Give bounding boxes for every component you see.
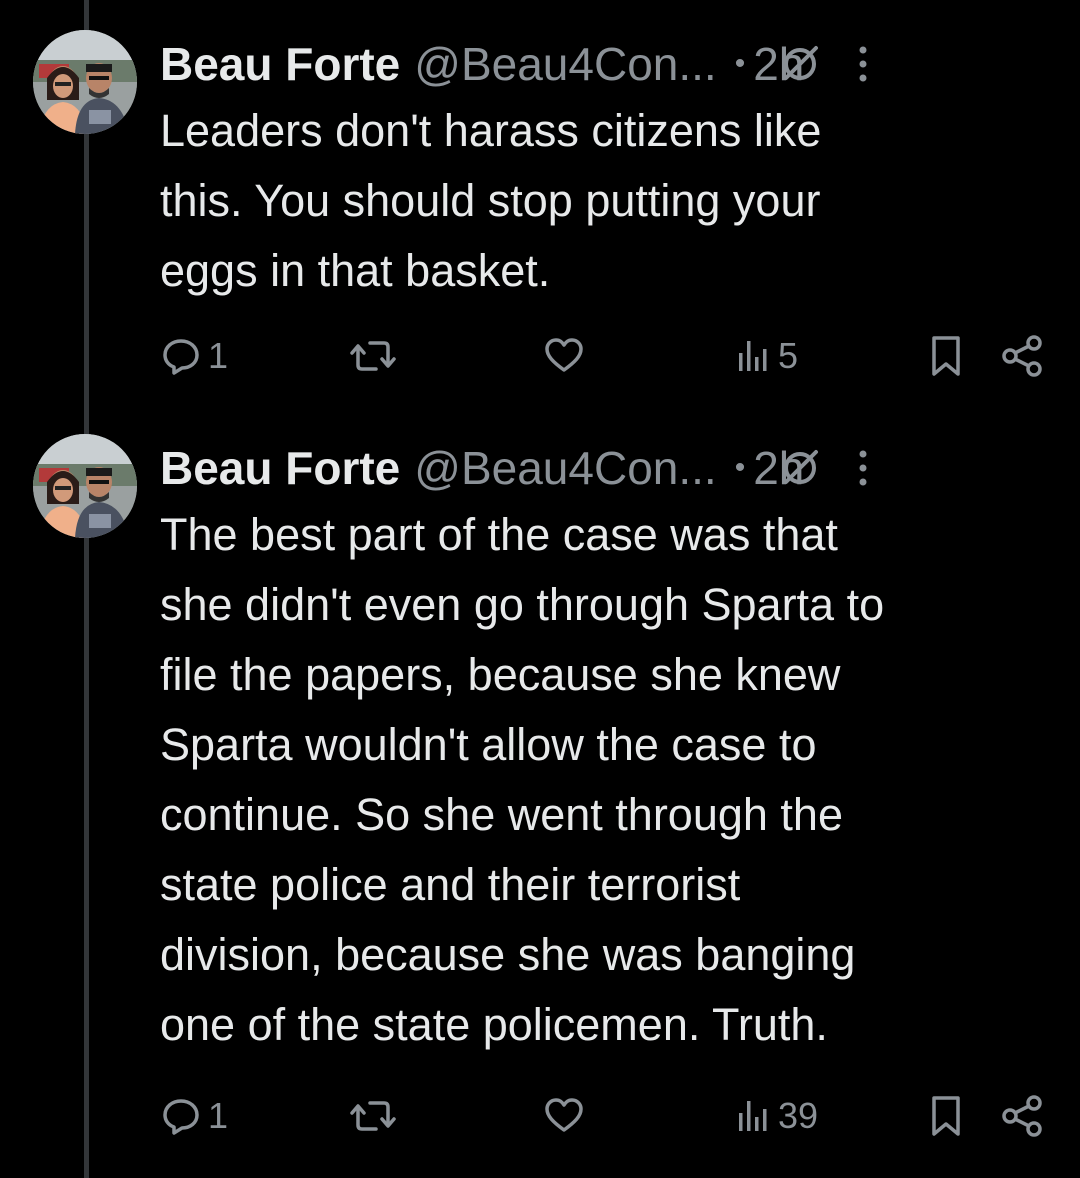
more-icon[interactable] <box>856 42 870 86</box>
bookmark-icon <box>932 1096 960 1136</box>
tweet-header: Beau Forte @Beau4Con... • 2h <box>160 438 1050 498</box>
share-icon <box>1002 1095 1042 1137</box>
repost-button[interactable] <box>350 326 402 386</box>
display-name[interactable]: Beau Forte <box>160 438 400 498</box>
share-icon <box>1002 335 1042 377</box>
user-handle[interactable]: @Beau4Con... <box>414 438 716 498</box>
like-button[interactable] <box>543 1086 591 1146</box>
repost-button[interactable] <box>350 1086 402 1146</box>
reply-button[interactable]: 1 <box>160 1086 228 1146</box>
reply-count: 1 <box>208 1095 229 1136</box>
views-icon <box>739 1101 767 1131</box>
grok-icon[interactable] <box>780 448 820 488</box>
bookmark-button[interactable] <box>928 326 964 386</box>
like-button[interactable] <box>543 326 591 386</box>
tweet-actions: 1 39 <box>160 1086 1060 1146</box>
reply-icon <box>163 339 199 375</box>
heart-icon <box>545 1098 583 1132</box>
avatar[interactable] <box>33 434 137 538</box>
user-handle[interactable]: @Beau4Con... <box>414 34 716 94</box>
avatar[interactable] <box>33 30 137 134</box>
grok-icon[interactable] <box>780 44 820 84</box>
tweet-header: Beau Forte @Beau4Con... • 2h <box>160 34 1050 94</box>
share-button[interactable] <box>1000 1086 1044 1146</box>
repost-icon <box>350 341 396 371</box>
display-name[interactable]: Beau Forte <box>160 34 400 94</box>
tweet[interactable]: Beau Forte @Beau4Con... • 2h The best pa… <box>0 434 1080 1154</box>
tweet-actions: 1 5 <box>160 326 1060 386</box>
tweet-text: Leaders don't harass citizens like this.… <box>160 105 822 296</box>
tweet[interactable]: Beau Forte @Beau4Con... • 2h Leaders don… <box>0 30 1080 400</box>
reply-count: 1 <box>208 335 229 376</box>
bookmark-button[interactable] <box>928 1086 964 1146</box>
tweet-text: The best part of the case was that she d… <box>160 509 885 1050</box>
reply-icon <box>163 1099 199 1135</box>
bookmark-icon <box>932 336 960 376</box>
separator-dot: • <box>734 47 746 80</box>
view-count: 5 <box>778 335 799 376</box>
more-icon[interactable] <box>856 446 870 490</box>
views-button[interactable]: 5 <box>736 326 798 386</box>
share-button[interactable] <box>1000 326 1044 386</box>
views-icon <box>739 341 767 371</box>
views-button[interactable]: 39 <box>736 1086 818 1146</box>
view-count: 39 <box>778 1095 819 1136</box>
heart-icon <box>545 338 583 372</box>
repost-icon <box>350 1101 396 1131</box>
reply-button[interactable]: 1 <box>160 326 228 386</box>
separator-dot: • <box>734 451 746 484</box>
